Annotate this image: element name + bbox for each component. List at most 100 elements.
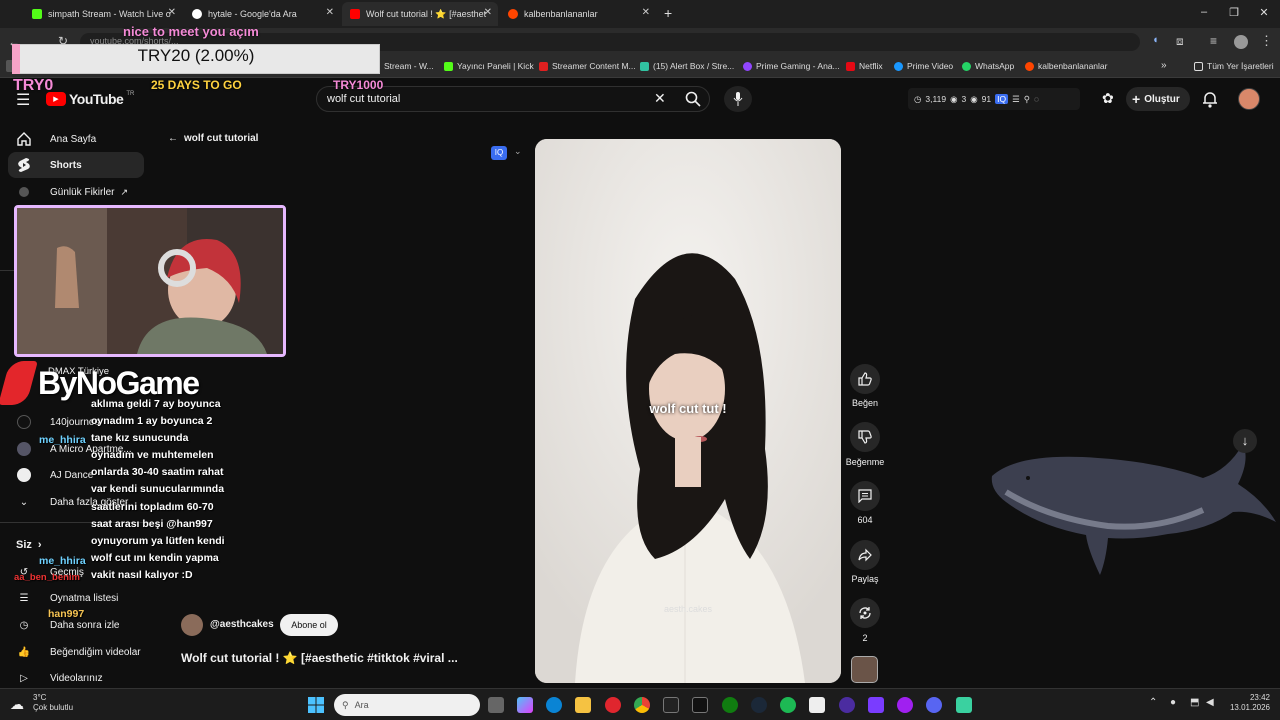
bookmark-item[interactable]: Stream - W... (384, 61, 434, 71)
spotify-icon[interactable] (780, 697, 796, 713)
audio-thumbnail[interactable] (851, 656, 878, 683)
bookmark-item[interactable]: (15) Alert Box / Stre... (640, 61, 734, 71)
share-button[interactable] (850, 540, 880, 570)
sidebar-item-home[interactable]: Ana Sayfa (8, 126, 144, 152)
like-button[interactable] (850, 364, 880, 394)
network-icon[interactable]: ⬒ (1190, 697, 1199, 708)
bookmark-item[interactable]: Streamer Content M... (539, 61, 636, 71)
bookmark-item[interactable]: Prime Video (894, 61, 953, 71)
clock[interactable]: 23:42 13.01.2026 (1222, 693, 1270, 713)
voice-search-icon[interactable] (724, 86, 752, 112)
comments-button[interactable] (850, 481, 880, 511)
whale-decoration (991, 444, 1276, 575)
sidebar-item-shorts[interactable]: Shorts (8, 152, 144, 178)
bookmark-item[interactable]: Prime Gaming - Ana... (743, 61, 840, 71)
chevron-down-icon[interactable]: ⌄ (514, 146, 522, 157)
bookmark-item[interactable]: kalbenbanlananlar (1025, 61, 1107, 71)
goal-days: 25 DAYS TO GO (151, 78, 242, 92)
close-tab-icon[interactable]: ✕ (484, 7, 492, 18)
all-bookmarks[interactable]: Tüm Yer İşaretleri (1194, 61, 1274, 71)
tray-chevron-icon[interactable]: ⌃ (1149, 697, 1157, 708)
obs-icon[interactable] (897, 697, 913, 713)
bookmark-item[interactable]: Yayıncı Paneli | Kick (444, 61, 534, 71)
youtube-logo[interactable]: ▶ YouTube TR (46, 91, 134, 107)
xbox-icon[interactable] (722, 697, 738, 713)
browser-tab[interactable]: simpath Stream - Watch Live o ✕ (24, 2, 182, 26)
back-to-results[interactable]: ← wolf cut tutorial (168, 133, 258, 144)
amazon-icon[interactable] (692, 697, 708, 713)
bookmark-item[interactable]: WhatsApp (962, 61, 1014, 71)
windows-start-icon[interactable] (308, 697, 324, 713)
avatar[interactable] (1238, 88, 1260, 110)
edge-icon[interactable] (546, 697, 562, 713)
close-tab-icon[interactable]: ✕ (326, 7, 334, 18)
extension-icon[interactable]: ◖ (1152, 34, 1159, 46)
extension-plugin-icon[interactable]: ✿ (1102, 90, 1114, 107)
weather-icon[interactable]: ☁ (10, 696, 24, 713)
channel-name[interactable]: @aesthcakes (210, 619, 274, 630)
like-label: Beğen (851, 398, 879, 408)
sidebar-item-liked[interactable]: 👍 Beğendiğim videolar (8, 639, 144, 665)
volume-icon[interactable]: ◀ (1206, 697, 1214, 708)
extension-logo-icon[interactable]: IQ (491, 146, 507, 160)
webcam-overlay (14, 205, 286, 357)
discord-icon[interactable] (926, 697, 942, 713)
weather-widget[interactable]: 3°C Çok bulutlu (33, 693, 73, 713)
more-bookmarks-icon[interactable]: » (1161, 60, 1167, 71)
minimize-icon[interactable]: – (1194, 6, 1214, 18)
browser-tab[interactable]: hytale - Google'da Ara ✕ (184, 2, 340, 26)
you-section-header[interactable]: Siz › (16, 539, 42, 551)
search-icon[interactable] (685, 91, 701, 107)
channel-avatar (16, 467, 32, 483)
thumbs-up-icon (858, 372, 872, 386)
window-close-icon[interactable]: ✕ (1254, 6, 1274, 19)
search-icon: ⚲ (342, 699, 349, 710)
media-icon[interactable]: ≡ (1210, 34, 1217, 48)
extension-logo-icon[interactable]: IQ (995, 94, 1009, 104)
browser-tab[interactable]: kalbenbanlananlar ✕ (500, 2, 656, 26)
copilot-icon[interactable] (517, 697, 533, 713)
browser-tab-active[interactable]: Wolf cut tutorial ! ⭐ [#aesthet ✕ (342, 2, 498, 26)
create-button[interactable]: + Oluştur (1126, 87, 1190, 111)
profile-avatar[interactable] (1234, 35, 1248, 49)
clear-search-icon[interactable]: ✕ (654, 90, 666, 107)
shorts-video-player[interactable]: wolf cut tut ! aesth.cakes (535, 139, 841, 683)
chrome-icon[interactable] (634, 697, 650, 713)
bell-icon[interactable] (1202, 90, 1218, 108)
restore-icon[interactable]: ❐ (1224, 6, 1244, 19)
extensions-puzzle-icon[interactable]: ⧈ (1176, 34, 1184, 49)
arrow-down-icon[interactable]: ↓ (1233, 429, 1257, 453)
sidebar-item-ideas[interactable]: Günlük Fikirler ↗ (8, 179, 144, 205)
epic-games-icon[interactable] (663, 697, 679, 713)
capcut-icon[interactable] (809, 697, 825, 713)
app-icon[interactable] (956, 697, 972, 713)
file-explorer-icon[interactable] (575, 697, 591, 713)
microphone-icon[interactable]: ● (1170, 697, 1176, 708)
dislike-button[interactable] (850, 422, 880, 452)
taskbar-search[interactable]: ⚲ Ara (334, 694, 480, 716)
app-icon[interactable] (868, 697, 884, 713)
subscribe-button[interactable]: Abone ol (280, 614, 338, 636)
new-tab-icon[interactable]: + (664, 5, 672, 21)
prime-video-icon (894, 61, 903, 71)
task-view-icon[interactable] (488, 697, 504, 713)
opera-icon[interactable] (605, 697, 621, 713)
reddit-icon (1025, 61, 1034, 71)
chat-bubble-icon[interactable]: ◌ (1034, 94, 1039, 104)
steam-icon[interactable] (751, 697, 767, 713)
pin-icon[interactable]: ⚲ (1024, 94, 1030, 105)
app-icon[interactable] (839, 697, 855, 713)
remix-button[interactable] (850, 598, 880, 628)
close-tab-icon[interactable]: ✕ (168, 7, 176, 18)
browser-menu-icon[interactable]: ⋮ (1260, 33, 1273, 49)
channel-avatar[interactable] (181, 614, 203, 636)
bookmark-item[interactable]: Netflix (846, 61, 883, 71)
close-tab-icon[interactable]: ✕ (642, 7, 650, 18)
youtube-icon (350, 9, 360, 19)
list-icon[interactable]: ☰ (1012, 94, 1020, 105)
alert-box-icon (640, 61, 649, 71)
bynogame-icon (0, 361, 38, 405)
short-title[interactable]: Wolf cut tutorial ! ⭐ [#aesthetic #titkt… (181, 651, 481, 665)
thumbs-up-icon: 👍 (17, 646, 31, 658)
netflix-icon (846, 61, 855, 71)
